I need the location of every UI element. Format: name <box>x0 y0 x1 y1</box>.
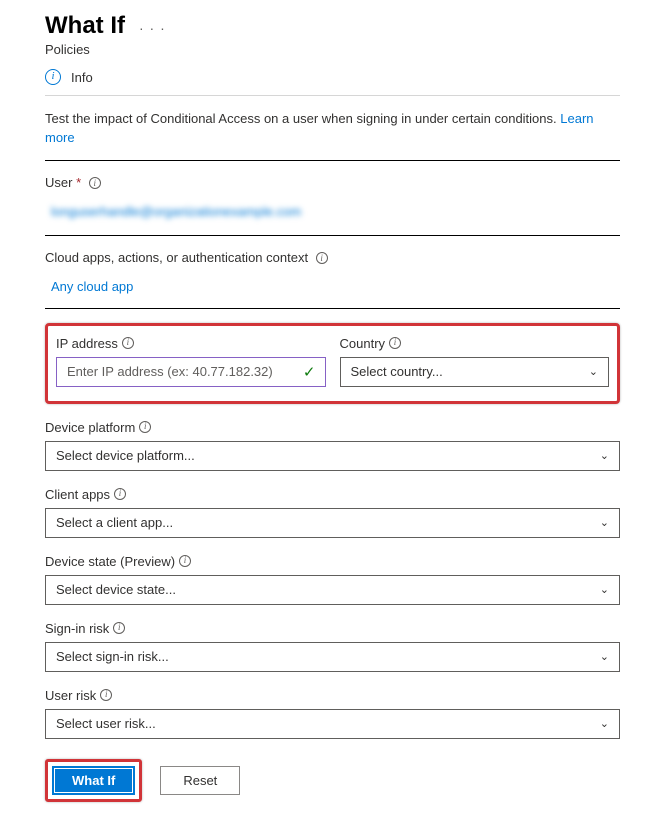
info-icon[interactable]: i <box>122 337 134 349</box>
description-text: Test the impact of Conditional Access on… <box>45 110 620 148</box>
user-risk-select[interactable]: Select user risk... ⌄ <box>45 709 620 739</box>
highlight-region: IP address i ✓ Country i Select country.… <box>45 323 620 404</box>
country-select[interactable]: Select country... ⌄ <box>340 357 610 387</box>
chevron-down-icon: ⌄ <box>600 516 609 529</box>
device-platform-label: Device platform <box>45 420 135 435</box>
client-apps-select[interactable]: Select a client app... ⌄ <box>45 508 620 538</box>
more-menu[interactable]: · · · <box>139 16 166 36</box>
info-icon[interactable]: i <box>179 555 191 567</box>
device-state-label: Device state (Preview) <box>45 554 175 569</box>
ip-address-input[interactable] <box>56 357 326 387</box>
ip-address-label: IP address <box>56 336 118 351</box>
required-mark: * <box>76 175 81 190</box>
info-icon[interactable]: i <box>89 177 101 189</box>
info-label[interactable]: Info <box>71 70 93 85</box>
info-icon[interactable]: i <box>100 689 112 701</box>
chevron-down-icon: ⌄ <box>600 717 609 730</box>
info-icon: i <box>45 69 61 85</box>
info-icon[interactable]: i <box>139 421 151 433</box>
signin-risk-label: Sign-in risk <box>45 621 109 636</box>
any-cloud-app-link[interactable]: Any cloud app <box>51 279 620 294</box>
user-risk-label: User risk <box>45 688 96 703</box>
cloud-apps-label: Cloud apps, actions, or authentication c… <box>45 250 308 265</box>
info-icon[interactable]: i <box>389 337 401 349</box>
reset-button[interactable]: Reset <box>160 766 240 795</box>
device-state-select[interactable]: Select device state... ⌄ <box>45 575 620 605</box>
client-apps-label: Client apps <box>45 487 110 502</box>
page-title: What If <box>45 12 125 40</box>
info-icon[interactable]: i <box>114 488 126 500</box>
chevron-down-icon: ⌄ <box>600 449 609 462</box>
chevron-down-icon: ⌄ <box>600 583 609 596</box>
info-icon[interactable]: i <box>113 622 125 634</box>
whatif-button[interactable]: What If <box>52 766 135 795</box>
chevron-down-icon: ⌄ <box>600 650 609 663</box>
signin-risk-select[interactable]: Select sign-in risk... ⌄ <box>45 642 620 672</box>
country-label: Country <box>340 336 386 351</box>
user-value[interactable]: longuserhandle@organizationexample.com <box>45 200 307 223</box>
highlight-region: What If <box>45 759 142 802</box>
page-subtitle: Policies <box>45 42 620 57</box>
chevron-down-icon: ⌄ <box>589 365 598 378</box>
device-platform-select[interactable]: Select device platform... ⌄ <box>45 441 620 471</box>
info-icon[interactable]: i <box>316 252 328 264</box>
user-label: User <box>45 175 72 190</box>
